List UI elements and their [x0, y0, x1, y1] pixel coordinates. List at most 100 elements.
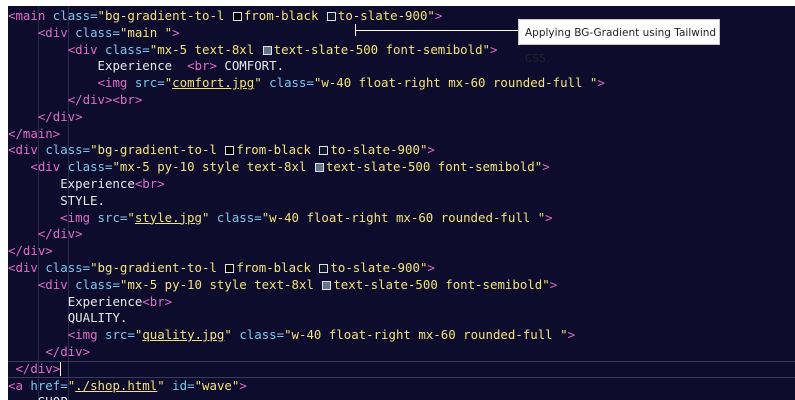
- code-link[interactable]: comfort.jpg: [172, 75, 254, 90]
- code-token: from-black: [236, 142, 319, 158]
- code-token: class=: [269, 75, 314, 91]
- code-token: class=: [52, 8, 98, 23]
- color-swatch[interactable]: [322, 280, 332, 290]
- code-token: </div>: [15, 360, 61, 376]
- code-link[interactable]: ./shop.html: [75, 378, 157, 393]
- code-token: class=: [216, 209, 262, 225]
- code-line[interactable]: QUALITY.: [8, 310, 795, 327]
- code-token: ": [157, 377, 165, 393]
- code-token: "main ": [119, 24, 173, 40]
- code-token: STYLE.: [60, 192, 105, 208]
- code-token: <br>: [112, 91, 143, 107]
- code-token: "bg-gradient-to-l: [90, 259, 225, 275]
- code-line[interactable]: <img src="quality.jpg" class="w-40 float…: [8, 327, 795, 344]
- code-link[interactable]: quality.jpg: [142, 327, 224, 342]
- code-token: "mx-5 py-10 style text-8xl: [119, 276, 322, 292]
- code-line[interactable]: <div class="bg-gradient-to-l from-black …: [8, 260, 795, 277]
- code-token: "bg-gradient-to-l: [90, 142, 225, 158]
- code-line[interactable]: </div><br>: [8, 92, 795, 109]
- code-token: src=: [134, 75, 165, 91]
- code-line[interactable]: <div class="bg-gradient-to-l from-black …: [8, 142, 795, 159]
- code-token: <br>: [142, 293, 173, 309]
- code-token: Experience: [67, 293, 143, 309]
- code-token: to-slate-900": [330, 259, 428, 275]
- code-line[interactable]: </div>: [8, 109, 795, 126]
- code-token: "w-40 float-right mx-60 rounded-full ": [313, 75, 598, 91]
- code-token: QUALITY.: [67, 310, 128, 326]
- color-swatch[interactable]: [262, 45, 272, 55]
- code-token: <div: [8, 259, 38, 275]
- code-line[interactable]: <div class="mx-5 py-10 style text-8xl te…: [8, 277, 795, 294]
- color-swatch[interactable]: [326, 12, 336, 21]
- code-token: >: [597, 75, 605, 91]
- color-swatch[interactable]: [319, 146, 329, 156]
- code-token: <div: [30, 159, 61, 175]
- code-token: src=: [97, 209, 128, 225]
- code-line[interactable]: </main>: [8, 126, 795, 143]
- code-token: <div: [37, 276, 68, 292]
- code-line[interactable]: Experience <br> COMFORT.: [8, 58, 795, 75]
- code-token: text-slate-500 font-semibold": [325, 159, 543, 175]
- code-token: >: [567, 327, 576, 343]
- code-token: >: [427, 142, 435, 158]
- code-lines: <main class="bg-gradient-to-l from-black…: [8, 8, 795, 400]
- code-token: </div>: [37, 108, 83, 124]
- code-token: COMFORT.: [216, 58, 285, 74]
- code-token: </div>: [37, 226, 83, 242]
- code-line[interactable]: SHOP: [8, 394, 795, 400]
- code-line[interactable]: </div>: [8, 243, 795, 260]
- code-line[interactable]: <img src="comfort.jpg" class="w-40 float…: [8, 75, 795, 92]
- color-swatch[interactable]: [225, 263, 235, 273]
- code-token: to-slate-900": [330, 142, 428, 158]
- code-token: >: [434, 8, 443, 23]
- code-token: from-black: [236, 259, 319, 275]
- code-line[interactable]: <img src="style.jpg" class="w-40 float-r…: [8, 210, 795, 227]
- code-token: <a: [8, 377, 23, 393]
- color-swatch[interactable]: [319, 263, 329, 273]
- code-token: "bg-gradient-to-l: [97, 8, 232, 23]
- color-swatch[interactable]: [225, 146, 235, 156]
- color-swatch[interactable]: [314, 163, 324, 173]
- code-line[interactable]: Experience<br>: [8, 176, 795, 193]
- code-line[interactable]: <div class="mx-5 py-10 style text-8xl te…: [8, 159, 795, 176]
- code-token: src=: [105, 327, 135, 343]
- code-token: class=: [67, 159, 113, 175]
- code-token: ": [254, 75, 262, 91]
- code-line[interactable]: <a href="./shop.html" id="wave">: [8, 378, 795, 395]
- code-token: Experience: [60, 175, 135, 191]
- code-token: <br>: [187, 58, 217, 74]
- code-token: ": [127, 209, 135, 225]
- code-token: text-slate-500 font-semibold": [273, 41, 491, 57]
- code-line[interactable]: </div>: [8, 344, 795, 361]
- code-token: >: [172, 24, 180, 40]
- code-token: >: [490, 41, 498, 57]
- code-line[interactable]: Experience<br>: [8, 294, 795, 311]
- color-swatch[interactable]: [232, 12, 242, 21]
- code-token: href=: [30, 377, 68, 393]
- code-token: text-slate-500 font-semibold": [333, 276, 550, 292]
- code-link[interactable]: style.jpg: [135, 210, 202, 225]
- code-editor[interactable]: <main class="bg-gradient-to-l from-black…: [8, 6, 795, 400]
- code-line[interactable]: STYLE.: [8, 193, 795, 210]
- code-token: >: [545, 209, 553, 225]
- code-line[interactable]: </div>: [8, 360, 795, 378]
- code-token: </div>: [45, 343, 91, 359]
- code-line[interactable]: </div>: [8, 226, 795, 243]
- code-token: >: [542, 159, 550, 175]
- code-token: "mx-5 py-10 style text-8xl: [112, 159, 314, 175]
- code-token: </div>: [67, 91, 113, 107]
- code-token: id=: [172, 377, 195, 393]
- code-token: class=: [75, 276, 120, 292]
